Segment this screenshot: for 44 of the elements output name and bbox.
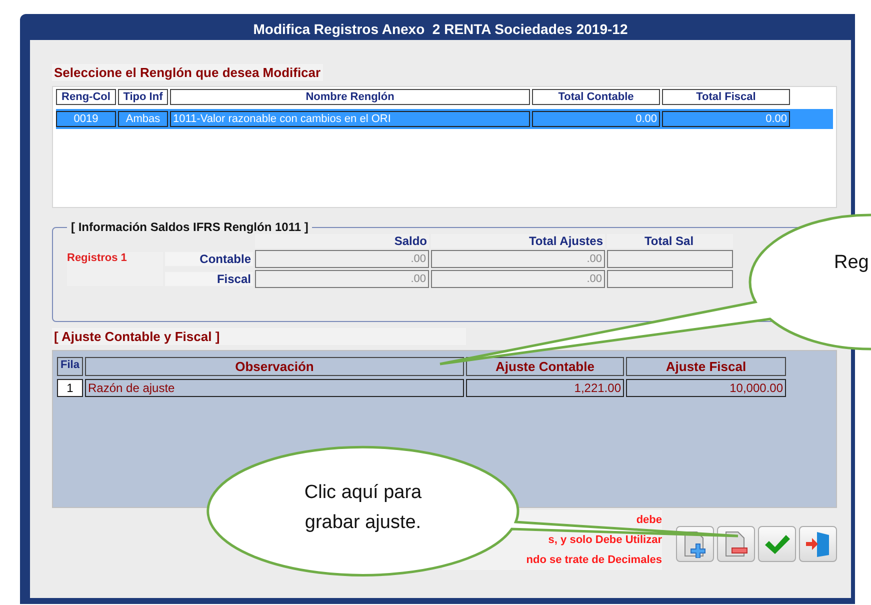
- records-label: Registros 1: [67, 252, 163, 286]
- table-cell: 0.00: [662, 111, 790, 127]
- value-field[interactable]: [607, 250, 733, 268]
- table-cell: 1: [57, 379, 83, 397]
- callout-text: Reg: [834, 252, 869, 274]
- column-header: Ajuste Fiscal: [626, 357, 786, 376]
- list-row[interactable]: 0019 Ambas 1011-Valor razonable con cambios en el ORI 0.00 0.00: [56, 109, 833, 129]
- column-header: Total Contable: [532, 89, 660, 105]
- warning-text: s, y solo Debe Utilizar: [548, 533, 662, 548]
- exit-button[interactable]: [799, 526, 837, 562]
- group-title: [ Información Saldos IFRS Renglón 1011 ]: [70, 220, 310, 234]
- table-cell: Razón de ajuste: [85, 379, 464, 397]
- section-heading: [ Ajuste Contable y Fiscal ]: [52, 328, 466, 345]
- value-field[interactable]: .00: [431, 270, 605, 288]
- value-field[interactable]: [607, 270, 733, 288]
- door-exit-icon: [804, 530, 832, 558]
- section-heading: Seleccione el Renglón que desea Modificar: [52, 64, 323, 81]
- column-header: Total Ajustes: [431, 234, 605, 248]
- column-header: Tipo Inf: [118, 89, 168, 105]
- table-cell: 1,221.00: [466, 379, 624, 397]
- row-label: Fiscal: [165, 272, 253, 286]
- table-cell: 0.00: [532, 111, 660, 127]
- column-header: Reng-Col: [56, 89, 116, 105]
- column-header: Nombre Renglón: [170, 89, 530, 105]
- value-field[interactable]: .00: [431, 250, 605, 268]
- column-header: Ajuste Contable: [466, 357, 624, 376]
- table-cell: Ambas: [118, 111, 168, 127]
- column-header: Fila: [57, 357, 83, 376]
- warning-text: debe: [636, 513, 662, 528]
- row-label: Contable: [165, 252, 253, 266]
- remove-button[interactable]: [717, 526, 755, 562]
- value-field[interactable]: .00: [255, 270, 429, 288]
- column-header: Saldo: [255, 234, 429, 248]
- value-field[interactable]: .00: [255, 250, 429, 268]
- warning-text: ndo se trate de Decimales: [526, 553, 662, 568]
- table-cell: 0019: [56, 111, 116, 127]
- column-header: Total Sal: [607, 234, 733, 248]
- table-cell: 1011-Valor razonable con cambios en el ORI: [170, 111, 530, 127]
- save-button[interactable]: [758, 526, 796, 562]
- column-header: Total Fiscal: [662, 89, 790, 105]
- check-icon: [763, 532, 791, 556]
- column-header: Observación: [85, 357, 464, 376]
- callout-text: Clic aquí para grabar ajuste.: [303, 481, 423, 535]
- table-cell: 10,000.00: [626, 379, 786, 397]
